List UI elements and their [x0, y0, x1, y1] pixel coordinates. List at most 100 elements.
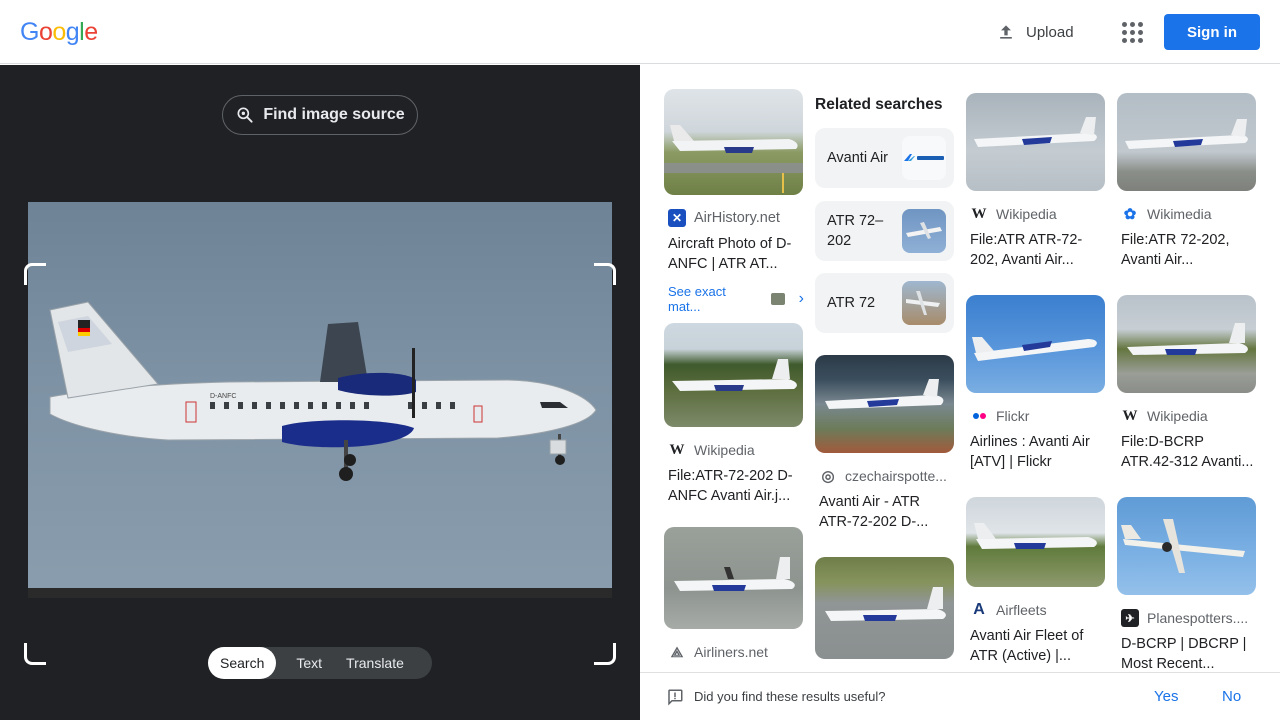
chevron-right-icon: ›	[798, 290, 804, 307]
airplane-thumbnail	[974, 523, 1097, 549]
sign-in-button[interactable]: Sign in	[1164, 14, 1260, 50]
result-source[interactable]: ✕ AirHistory.net	[664, 209, 804, 227]
result-source[interactable]: Flickr	[966, 407, 1106, 425]
result-card[interactable]: ✿ Wikimedia File:ATR 72-202, Avanti Air.…	[1117, 93, 1257, 270]
related-search-chip[interactable]: ATR 72	[815, 273, 954, 333]
result-thumbnail[interactable]	[815, 557, 954, 659]
see-exact-label: See exact mat...	[668, 284, 726, 314]
result-card[interactable]: Flickr Airlines : Avanti Air [ATV] | Fli…	[966, 295, 1106, 472]
result-title[interactable]: File:ATR-72-202 D-ANFC Avanti Air.j...	[664, 466, 804, 506]
see-exact-matches-link[interactable]: See exact mat... ›	[664, 284, 804, 314]
logo-letter: g	[65, 18, 80, 46]
result-source[interactable]: ✿ Wikimedia	[1117, 205, 1257, 223]
result-source-name: Wikimedia	[1147, 206, 1212, 222]
result-source[interactable]: W Wikipedia	[966, 205, 1106, 223]
result-thumbnail[interactable]	[1117, 497, 1256, 595]
wikipedia-icon: W	[1122, 407, 1138, 424]
result-source-name: Flickr	[996, 408, 1030, 424]
crop-handle-bottom-right[interactable]	[594, 643, 616, 665]
airplane-thumbnail	[974, 117, 1097, 147]
result-title[interactable]: File:ATR ATR-72-202, Avanti Air...	[966, 230, 1106, 270]
google-logo[interactable]: Google	[20, 18, 98, 47]
logo-letter: o	[38, 18, 53, 46]
crop-handle-top-left[interactable]	[24, 263, 46, 285]
result-title[interactable]: Avanti Air Fleet of ATR (Active) |...	[966, 626, 1106, 666]
result-source[interactable]: W Wikipedia	[1117, 407, 1257, 425]
result-card[interactable]: ◎ czechairspotte... Avanti Air - ATR ATR…	[815, 355, 955, 532]
result-title[interactable]: Aircraft Photo of D-ANFC | ATR AT...	[664, 234, 804, 274]
result-card[interactable]: ✕ AirHistory.net Aircraft Photo of D-ANF…	[664, 89, 804, 314]
atr-72-thumbnail	[902, 281, 946, 325]
result-thumbnail[interactable]	[966, 93, 1105, 191]
airplane-image: D-ANFC	[49, 301, 597, 481]
result-source[interactable]: ◎ czechairspotte...	[815, 467, 955, 485]
tab-translate[interactable]: Translate	[336, 647, 414, 679]
result-source-name: Planespotters....	[1147, 610, 1249, 626]
wikipedia-icon: W	[971, 205, 987, 222]
result-source-name: Wikipedia	[694, 442, 755, 458]
result-source-name: Wikipedia	[996, 206, 1057, 222]
airplane-thumbnail	[664, 125, 803, 193]
results-panel: ✕ AirHistory.net Aircraft Photo of D-ANF…	[640, 65, 1280, 720]
result-source[interactable]: ⟁ Airliners.net	[664, 643, 804, 661]
airplane-thumbnail	[672, 359, 797, 391]
crop-handle-bottom-left[interactable]	[24, 643, 46, 665]
result-thumbnail[interactable]	[966, 295, 1105, 393]
query-image[interactable]: D-ANFC	[28, 202, 612, 598]
tab-search[interactable]: Search	[208, 647, 277, 679]
airplane-thumbnail	[674, 557, 795, 591]
planespotters-icon: ✈	[1121, 609, 1139, 627]
wikipedia-icon: W	[669, 441, 685, 458]
related-search-chip[interactable]: ATR 72–202	[815, 201, 954, 261]
feedback-no-button[interactable]: No	[1222, 688, 1241, 705]
google-apps-icon[interactable]	[1116, 16, 1148, 48]
result-source[interactable]: A Airfleets	[966, 601, 1106, 619]
result-source-name: czechairspotte...	[845, 468, 947, 484]
related-search-label: ATR 72–202	[827, 213, 884, 249]
feedback-bar: Did you find these results useful? Yes N…	[640, 672, 1280, 720]
atr-72-202-thumbnail	[902, 209, 946, 253]
lens-search-icon	[237, 107, 253, 123]
result-title[interactable]: File:D-BCRP ATR.42-312 Avanti...	[1117, 432, 1257, 472]
result-thumbnail[interactable]	[815, 355, 954, 453]
result-source[interactable]: ✈ Planespotters....	[1117, 609, 1257, 627]
result-card[interactable]: W Wikipedia File:ATR ATR-72-202, Avanti …	[966, 93, 1106, 270]
result-thumbnail[interactable]	[664, 527, 803, 629]
wikimedia-icon: ✿	[1123, 206, 1137, 223]
result-title[interactable]: Avanti Air - ATR ATR-72-202 D-...	[815, 492, 955, 532]
result-thumbnail[interactable]	[664, 89, 803, 195]
tab-text[interactable]: Text	[276, 647, 336, 679]
result-card[interactable]: ⟁ Airliners.net	[664, 527, 804, 661]
related-search-chip[interactable]: Avanti Air	[815, 128, 954, 188]
result-card[interactable]	[815, 557, 955, 659]
result-card[interactable]: W Wikipedia File:ATR-72-202 D-ANFC Avant…	[664, 323, 804, 506]
result-thumbnail[interactable]	[1117, 93, 1256, 191]
result-thumbnail[interactable]	[664, 323, 803, 427]
result-source[interactable]: W Wikipedia	[664, 441, 804, 459]
upload-button[interactable]: Upload	[986, 14, 1084, 50]
result-thumbnail[interactable]	[1117, 295, 1256, 393]
header: Google Upload Sign in	[0, 0, 1280, 64]
flickr-icon	[970, 407, 988, 425]
airplane-thumbnail	[825, 379, 944, 409]
result-card[interactable]: ✈ Planespotters.... D-BCRP | DBCRP | Mos…	[1117, 497, 1257, 674]
crop-handle-top-right[interactable]	[594, 263, 616, 285]
airplane-thumbnail	[1121, 519, 1245, 573]
result-source-name: Airfleets	[996, 602, 1047, 618]
logo-letter: o	[52, 18, 66, 46]
result-card[interactable]: A Airfleets Avanti Air Fleet of ATR (Act…	[966, 497, 1106, 666]
result-source-name: AirHistory.net	[694, 210, 780, 226]
result-title[interactable]: File:ATR 72-202, Avanti Air...	[1117, 230, 1257, 270]
airliners-icon: ⟁	[670, 643, 684, 660]
result-title[interactable]: D-BCRP | DBCRP | Most Recent...	[1117, 634, 1257, 674]
result-title[interactable]: Airlines : Avanti Air [ATV] | Flickr	[966, 432, 1106, 472]
avanti-logo-thumbnail	[902, 136, 946, 180]
airplane-thumbnail	[1125, 119, 1248, 149]
logo-letter: e	[84, 18, 98, 46]
find-image-source-button[interactable]: Find image source	[222, 95, 418, 135]
result-thumbnail[interactable]	[966, 497, 1105, 587]
query-image-panel: Find image source D-ANFC Search Text Tra…	[0, 65, 640, 720]
feedback-yes-button[interactable]: Yes	[1154, 688, 1178, 705]
result-card[interactable]: W Wikipedia File:D-BCRP ATR.42-312 Avant…	[1117, 295, 1257, 472]
feedback-icon	[668, 689, 683, 706]
